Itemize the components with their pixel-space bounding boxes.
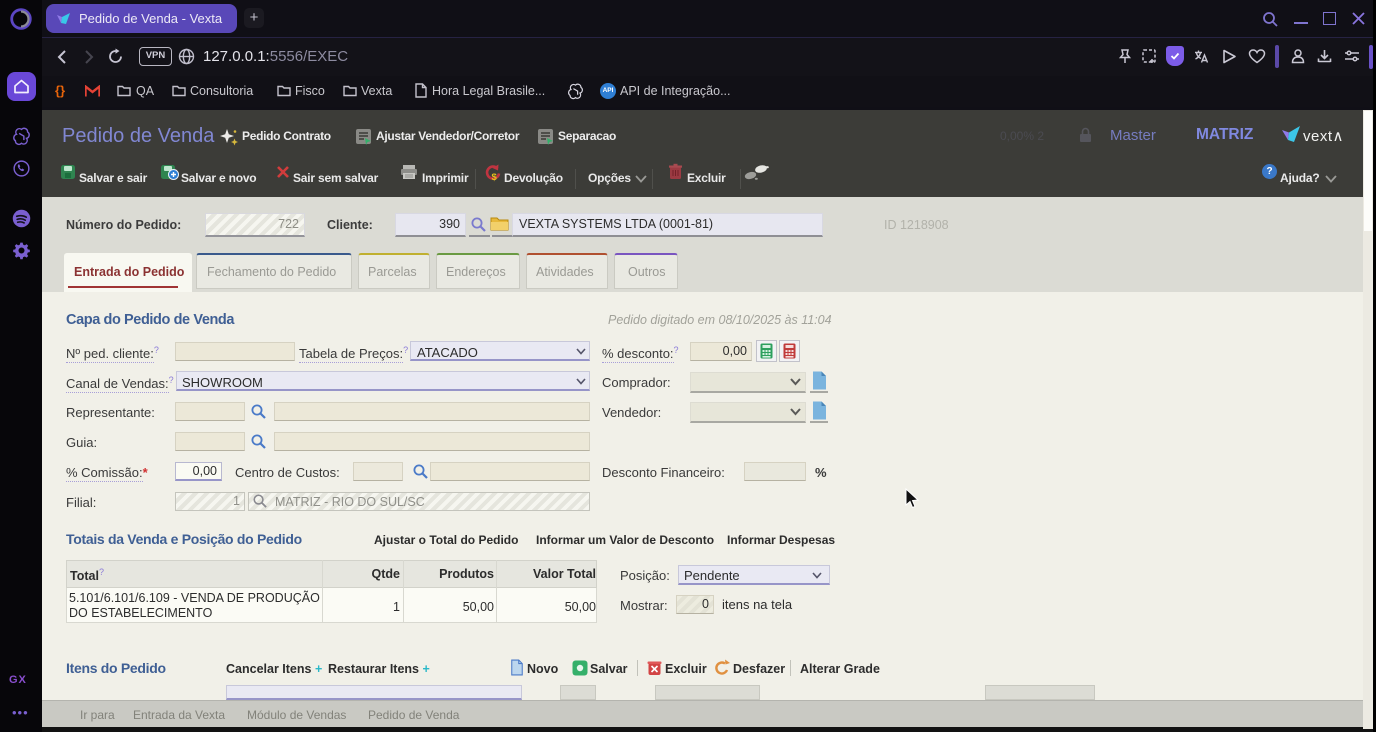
svg-text:$: $: [492, 172, 498, 182]
